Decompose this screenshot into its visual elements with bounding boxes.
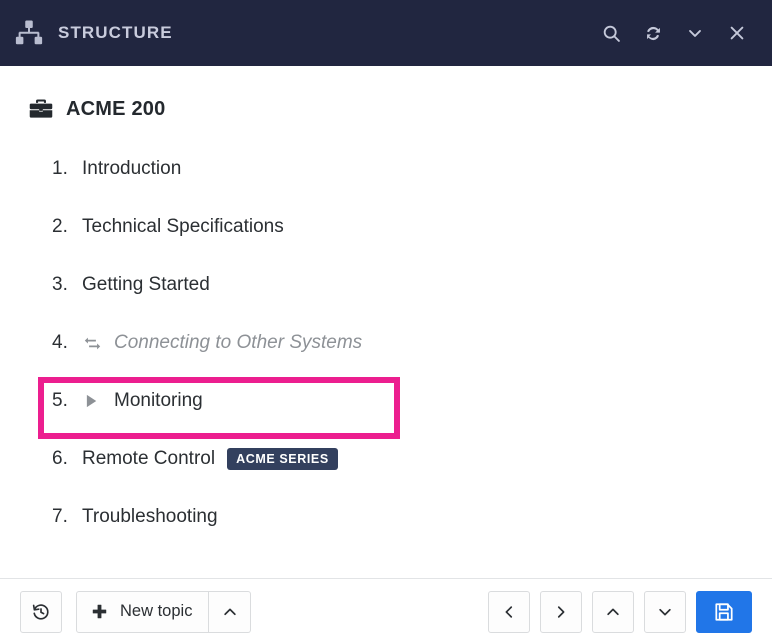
toc-item-number: 4. bbox=[52, 332, 82, 354]
header-brand: STRUCTURE bbox=[14, 18, 598, 48]
toc-item[interactable]: 1.Introduction bbox=[0, 140, 772, 198]
new-topic-button[interactable]: New topic bbox=[76, 591, 209, 633]
toc-item-label: Technical Specifications bbox=[82, 216, 284, 238]
chevron-up-icon bbox=[221, 603, 239, 621]
toolbar-left-group: New topic bbox=[20, 591, 251, 633]
toc-item-label: Getting Started bbox=[82, 274, 210, 296]
toc-item-label: Introduction bbox=[82, 158, 181, 180]
toc-item-label: Troubleshooting bbox=[82, 506, 218, 528]
chevron-up-icon bbox=[604, 603, 622, 621]
toc-item-number: 6. bbox=[52, 448, 82, 470]
toc-item-number: 2. bbox=[52, 216, 82, 238]
refresh-icon[interactable] bbox=[640, 20, 666, 46]
bottom-toolbar: New topic bbox=[0, 578, 772, 644]
chevron-down-icon[interactable] bbox=[682, 20, 708, 46]
search-icon[interactable] bbox=[598, 20, 624, 46]
move-right-button[interactable] bbox=[540, 591, 582, 633]
toc-item-number: 7. bbox=[52, 506, 82, 528]
plus-icon bbox=[91, 603, 108, 620]
move-left-button[interactable] bbox=[488, 591, 530, 633]
history-icon bbox=[31, 602, 51, 622]
toc-item-number: 3. bbox=[52, 274, 82, 296]
chevron-right-icon bbox=[552, 603, 570, 621]
toolbar-right-group bbox=[478, 591, 752, 633]
toc-item-label: Connecting to Other Systems bbox=[114, 332, 362, 354]
history-button[interactable] bbox=[20, 591, 62, 633]
table-of-contents: 1.Introduction2.Technical Specifications… bbox=[0, 140, 772, 546]
document-title-row[interactable]: ACME 200 bbox=[0, 66, 772, 122]
toc-item-label: Monitoring bbox=[114, 390, 203, 412]
toc-item[interactable]: 2.Technical Specifications bbox=[0, 198, 772, 256]
chevron-down-icon bbox=[656, 603, 674, 621]
toc-item[interactable]: 3.Getting Started bbox=[0, 256, 772, 314]
floppy-disk-icon bbox=[713, 601, 735, 623]
toc-item[interactable]: 5. Monitoring bbox=[0, 372, 772, 430]
new-topic-group: New topic bbox=[76, 591, 251, 633]
new-topic-label: New topic bbox=[120, 602, 192, 621]
chevron-left-icon bbox=[500, 603, 518, 621]
app-header: STRUCTURE bbox=[0, 0, 772, 66]
toc-item[interactable]: 6.Remote Control ACME SERIES bbox=[0, 430, 772, 488]
toc-item-number: 1. bbox=[52, 158, 82, 180]
reuse-icon bbox=[82, 333, 104, 353]
page-title: ACME 200 bbox=[66, 98, 165, 121]
app-title: STRUCTURE bbox=[58, 23, 173, 43]
sitemap-icon bbox=[14, 18, 44, 48]
toc-item-label: Remote Control bbox=[82, 448, 215, 470]
close-icon[interactable] bbox=[724, 20, 750, 46]
move-up-button[interactable] bbox=[592, 591, 634, 633]
move-down-button[interactable] bbox=[644, 591, 686, 633]
play-triangle-icon bbox=[82, 391, 104, 411]
briefcase-icon bbox=[28, 96, 54, 122]
toc-item-number: 5. bbox=[52, 390, 82, 412]
toc-item[interactable]: 4. Connecting to Other Systems bbox=[0, 314, 772, 372]
structure-panel: ACME 200 1.Introduction2.Technical Speci… bbox=[0, 66, 772, 644]
new-topic-dropdown-button[interactable] bbox=[209, 591, 251, 633]
toc-item[interactable]: 7.Troubleshooting bbox=[0, 488, 772, 546]
status-badge: ACME SERIES bbox=[227, 448, 338, 471]
save-button[interactable] bbox=[696, 591, 752, 633]
header-actions bbox=[598, 20, 750, 46]
